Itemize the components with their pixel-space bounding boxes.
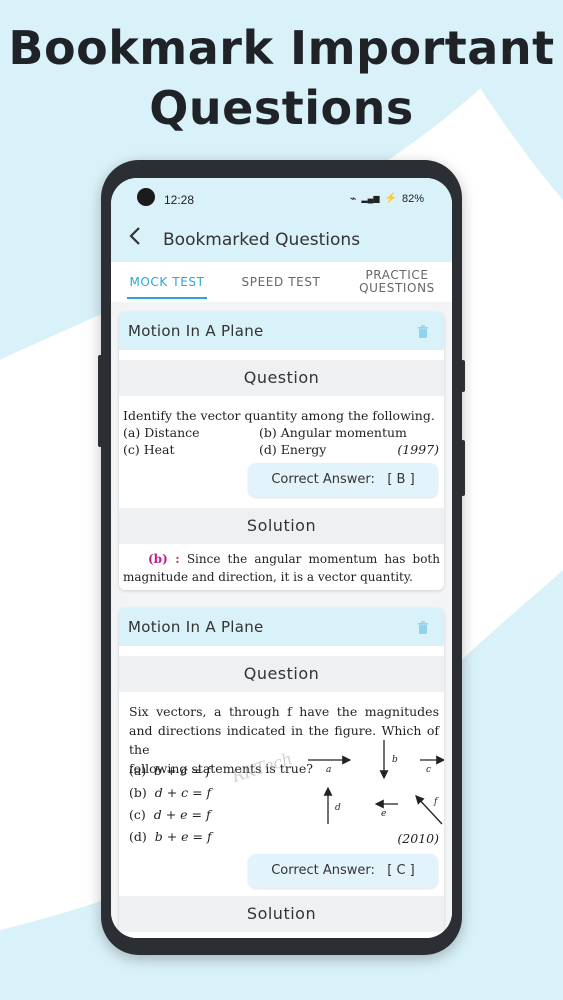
solution-text: (b) : Since the angular momentum has bot… xyxy=(123,552,440,584)
headline-line1: Bookmark Important xyxy=(8,21,555,75)
option-b: (b) d + c = f xyxy=(129,785,212,800)
card-header: Motion In A Plane xyxy=(119,312,444,350)
active-tab-indicator xyxy=(127,297,207,299)
tab-bar: MOCK TEST SPEED TEST PRACTICE QUESTIONS xyxy=(111,262,452,302)
vector-diagram: a b c d e f xyxy=(308,740,444,825)
vector-label-a: a xyxy=(326,765,331,775)
question-card: Motion In A Plane Question Identify the … xyxy=(119,312,444,590)
solution-heading: Solution xyxy=(119,896,444,932)
power-button xyxy=(461,360,465,392)
tab-speed-test[interactable]: SPEED TEST xyxy=(229,262,333,302)
delete-bookmark-icon[interactable] xyxy=(416,324,430,338)
question-text: Identify the vector quantity among the f… xyxy=(123,408,435,423)
tab-practice-questions[interactable]: PRACTICE QUESTIONS xyxy=(349,262,445,302)
back-arrow-icon[interactable] xyxy=(128,226,142,252)
vector-label-d: d xyxy=(335,803,341,813)
option-a: (a) Distance xyxy=(123,425,200,440)
status-icons: ⌁ ▂▄▆ ⚡ 82% xyxy=(349,192,424,206)
status-time: 12:28 xyxy=(164,193,195,207)
option-c: (c) Heat xyxy=(123,442,175,457)
option-b: (b) Angular momentum xyxy=(259,425,407,440)
question-year: (2010) xyxy=(397,831,439,846)
vector-label-b: b xyxy=(392,755,398,765)
chapter-title: Motion In A Plane xyxy=(128,618,264,636)
phone-screen: 12:28 ⌁ ▂▄▆ ⚡ 82% Bookmarked Questions M… xyxy=(111,178,452,938)
battery-charging-icon: ⚡ xyxy=(384,193,397,204)
question-heading: Question xyxy=(119,656,444,692)
front-camera xyxy=(137,188,155,206)
wifi-icon: ⌁ xyxy=(349,193,357,205)
chapter-title: Motion In A Plane xyxy=(128,322,264,340)
status-bar: 12:28 ⌁ ▂▄▆ ⚡ 82% xyxy=(111,178,452,218)
question-card: Motion In A Plane Question Six vectors, … xyxy=(119,608,444,938)
signal-icon: ▂▄▆ xyxy=(361,194,380,203)
correct-answer-badge: Correct Answer: [ B ] xyxy=(248,463,438,497)
question-heading: Question xyxy=(119,360,444,396)
option-d: (d) b + e = f xyxy=(129,829,212,844)
solution-heading: Solution xyxy=(119,508,444,544)
page-title: Bookmarked Questions xyxy=(163,230,361,250)
option-d: (d) Energy xyxy=(259,442,327,457)
promo-headline: Bookmark Important Questions xyxy=(0,18,563,138)
battery-percent: 82% xyxy=(401,192,424,205)
question-year: (1997) xyxy=(397,442,439,457)
card-header: Motion In A Plane xyxy=(119,608,444,646)
vector-label-f: f xyxy=(433,797,439,807)
vector-label-c: c xyxy=(426,765,431,775)
side-button xyxy=(461,440,465,496)
volume-button xyxy=(98,355,102,447)
delete-bookmark-icon[interactable] xyxy=(416,620,430,634)
bookmark-list[interactable]: Motion In A Plane Question Identify the … xyxy=(111,302,452,938)
option-a: (a) b + c = f xyxy=(129,763,211,778)
tab-mock-test[interactable]: MOCK TEST xyxy=(119,262,215,302)
correct-answer-badge: Correct Answer: [ C ] xyxy=(248,854,438,888)
vector-label-e: e xyxy=(381,809,386,819)
headline-line2: Questions xyxy=(149,81,414,135)
app-bar: Bookmarked Questions xyxy=(111,218,452,262)
option-c: (c) d + e = f xyxy=(129,807,211,822)
